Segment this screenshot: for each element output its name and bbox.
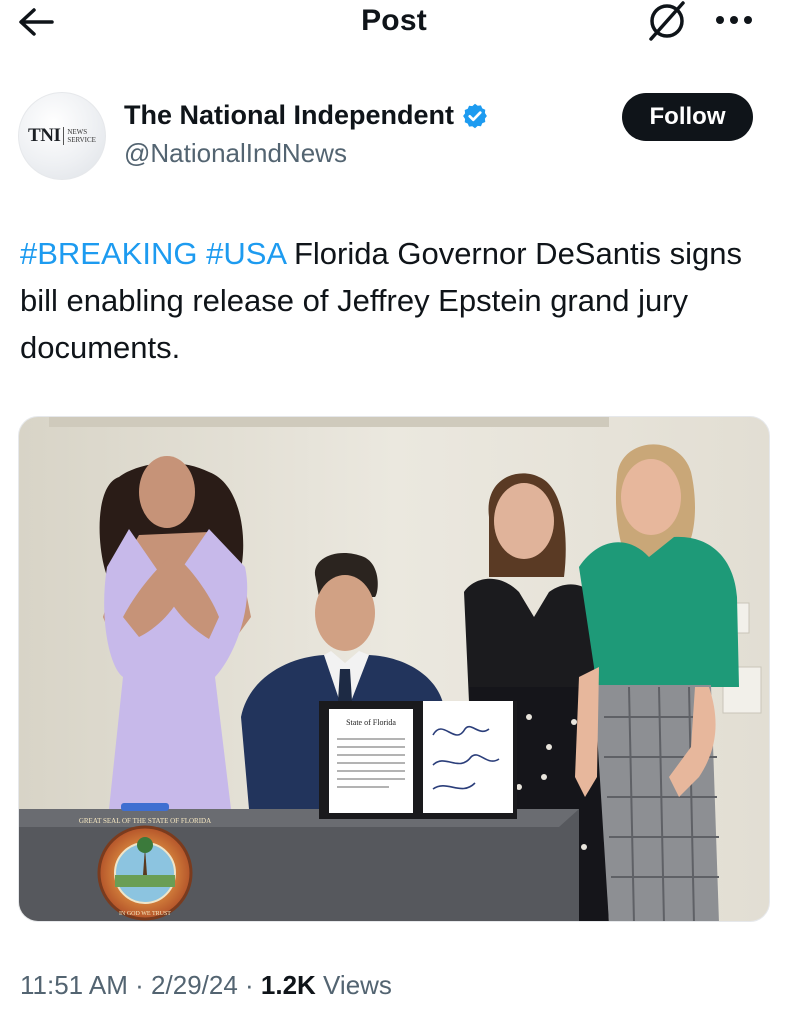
grok-icon <box>645 0 689 48</box>
avatar-logo-divider <box>63 127 65 145</box>
avatar-logo: TNI NEWS SERVICE <box>28 125 96 147</box>
follow-button[interactable]: Follow <box>622 93 753 141</box>
more-horizontal-icon <box>714 13 754 31</box>
views-label: Views <box>315 970 392 1000</box>
hashtag-breaking[interactable]: #BREAKING <box>20 236 197 271</box>
post-media-photo[interactable]: State of Florida GREAT SEAL OF THE STATE… <box>18 416 770 922</box>
avatar[interactable]: TNI NEWS SERVICE <box>18 92 106 180</box>
post-time: 11:51 AM <box>20 970 128 1000</box>
author-handle[interactable]: @NationalIndNews <box>124 138 347 169</box>
seal-motto: IN GOD WE TRUST <box>119 911 171 917</box>
signed-bill-document: State of Florida <box>319 701 517 819</box>
author-display-name[interactable]: The National Independent <box>124 100 454 131</box>
avatar-subtext-line2: SERVICE <box>67 136 96 144</box>
meta-separator: · <box>127 970 152 1000</box>
pens <box>121 803 169 811</box>
post-date: 2/29/24 <box>151 970 238 1000</box>
avatar-logo-subtext: NEWS SERVICE <box>67 128 96 144</box>
grok-button[interactable] <box>642 0 692 46</box>
hashtag-usa[interactable]: #USA <box>206 236 285 271</box>
post-text: #BREAKING #USA Florida Governor DeSantis… <box>20 230 760 371</box>
more-button[interactable] <box>706 2 762 42</box>
views-count[interactable]: 1.2K <box>261 970 316 1000</box>
document-title: State of Florida <box>346 718 396 727</box>
post-meta: 11:51 AM · 2/29/24 · 1.2K Views <box>20 970 392 1001</box>
avatar-subtext-line1: NEWS <box>67 128 88 136</box>
ceiling-trim <box>49 417 609 427</box>
avatar-logo-text: TNI <box>28 125 61 146</box>
meta-separator: · <box>237 970 261 1000</box>
verified-badge-icon[interactable] <box>461 102 489 130</box>
photo-illustration: State of Florida GREAT SEAL OF THE STATE… <box>19 417 769 921</box>
seal-text: GREAT SEAL OF THE STATE OF FLORIDA <box>79 817 211 825</box>
top-bar: Post <box>0 0 788 48</box>
author-name-row: The National Independent <box>124 100 489 131</box>
